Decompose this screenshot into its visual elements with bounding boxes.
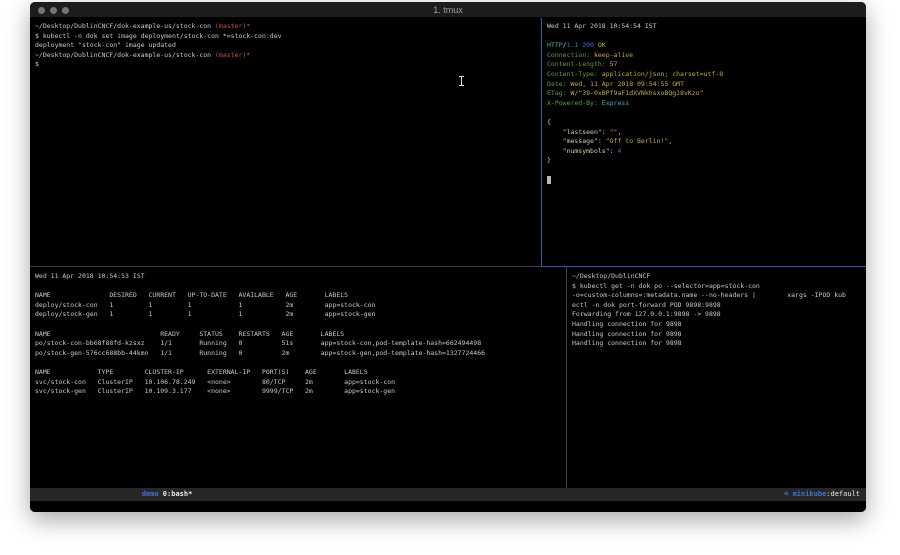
window-tab-0-bash[interactable]: 0:bash* — [163, 490, 193, 498]
tmux-status-bar: demo 0:bash* ☸ minikube:default — [30, 488, 866, 501]
terminal-line: ~/Desktop/DublinCNCF/dok-example-us/stoc… — [35, 22, 541, 32]
terminal-line: Connection: keep-alive — [547, 51, 866, 61]
status-left: demo 0:bash* — [108, 475, 192, 512]
pane-border-vertical-top[interactable] — [541, 18, 542, 267]
terminal-line — [547, 32, 866, 42]
terminal-line: svc/stock-con ClusterIP 10.106.78.249 <n… — [35, 378, 566, 388]
session-name: demo — [142, 490, 159, 498]
terminal-line — [35, 282, 566, 292]
zoom-button[interactable] — [62, 7, 69, 14]
terminal-line: NAME READY STATUS RESTARTS AGE LABELS — [35, 330, 566, 340]
terminal-line: svc/stock-gen ClusterIP 10.109.3.177 <no… — [35, 387, 566, 397]
terminal-line: deployment "stock-con" image updated — [35, 41, 541, 51]
terminal-line: $ kubectl get -n dok po --selector=app=s… — [572, 282, 866, 292]
terminal-cursor — [547, 176, 551, 184]
terminal-line: Handling connection for 9898 — [572, 330, 866, 340]
terminal-line: "numsymbols": 4 — [547, 147, 866, 157]
terminal-line: Handling connection for 9898 — [572, 320, 866, 330]
terminal-line: X-Powered-By: Express — [547, 99, 866, 109]
terminal-line: { — [547, 118, 866, 128]
terminal-line — [35, 320, 566, 330]
pane-border-vertical-bottom[interactable] — [566, 267, 567, 488]
window-title: 1. tmux — [433, 5, 463, 15]
terminal-line: Wed 11 Apr 2018 10:54:54 IST — [547, 22, 866, 32]
terminal-line: "lastseen": "", — [547, 128, 866, 138]
tmux-session: ~/Desktop/DublinCNCF/dok-example-us/stoc… — [30, 18, 866, 488]
pane-border-horizontal-left[interactable] — [30, 266, 541, 267]
terminal-line: "message": "Off to Berlin!", — [547, 137, 866, 147]
terminal-line — [547, 166, 866, 176]
status-right: ☸ minikube:default — [750, 475, 860, 512]
terminal-line: Date: Wed, 11 Apr 2018 09:54:55 GMT — [547, 80, 866, 90]
terminal-line: -o=custom-columns=:metadata.name --no-he… — [572, 291, 866, 301]
terminal-line: po/stock-con-bb68f88fd-kzsxz 1/1 Running… — [35, 339, 566, 349]
terminal-line — [547, 108, 866, 118]
pane-border-horizontal-right[interactable] — [541, 266, 866, 267]
terminal-line: ETag: W/"39-0xBPf9aF1dXVNkhsxoBQgJ8vKzo" — [547, 89, 866, 99]
terminal-line: NAME TYPE CLUSTER-IP EXTERNAL-IP PORT(S)… — [35, 368, 566, 378]
window-titlebar[interactable]: 1. tmux — [30, 2, 866, 18]
terminal-line: HTTP/1.1 200 OK — [547, 41, 866, 51]
terminal-line: Content-Type: application/json; charset=… — [547, 70, 866, 80]
terminal-line: $ kubectl -n dok set image deployment/st… — [35, 32, 541, 42]
pane-top-left-shell[interactable]: ~/Desktop/DublinCNCF/dok-example-us/stoc… — [30, 18, 541, 266]
terminal-line: Wed 11 Apr 2018 10:54:53 IST — [35, 272, 566, 282]
minimize-button[interactable] — [50, 7, 57, 14]
terminal-line: ectl -n dok port-forward POD 9898:9898 — [572, 301, 866, 311]
pane-top-right-http-response[interactable]: Wed 11 Apr 2018 10:54:54 IST HTTP/1.1 200… — [542, 18, 866, 266]
close-button[interactable] — [38, 7, 45, 14]
pane-bottom-left-kubectl-get[interactable]: Wed 11 Apr 2018 10:54:53 IST NAME DESIRED… — [30, 268, 566, 488]
terminal-line — [547, 176, 866, 186]
terminal-line: deploy/stock-con 1 1 1 1 2m app=stock-co… — [35, 301, 566, 311]
terminal-line: po/stock-gen-576cc688bb-44kmn 1/1 Runnin… — [35, 349, 566, 359]
terminal-line — [35, 358, 566, 368]
pane-bottom-right-port-forward[interactable]: ~/Desktop/DublinCNCF$ kubectl get -n dok… — [567, 268, 866, 488]
terminal-line: } — [547, 156, 866, 166]
terminal-line: Handling connection for 9898 — [572, 339, 866, 349]
terminal-line: ~/Desktop/DublinCNCF — [572, 272, 866, 282]
terminal-line: Content-Length: 57 — [547, 60, 866, 70]
terminal-line: ~/Desktop/DublinCNCF/dok-example-us/stoc… — [35, 51, 541, 61]
terminal-window: 1. tmux ~/Desktop/DublinCNCF/dok-example… — [30, 2, 866, 512]
mouse-text-cursor-icon — [458, 76, 465, 86]
terminal-line: Forwarding from 127.0.0.1:9898 -> 9898 — [572, 310, 866, 320]
terminal-line: NAME DESIRED CURRENT UP-TO-DATE AVAILABL… — [35, 291, 566, 301]
kube-namespace: :default — [826, 490, 860, 498]
traffic-lights — [38, 7, 69, 14]
terminal-line: deploy/stock-gen 1 1 1 1 2m app=stock-ge… — [35, 310, 566, 320]
kube-context: minikube — [793, 490, 827, 498]
desktop-background: 1. tmux ~/Desktop/DublinCNCF/dok-example… — [0, 0, 900, 555]
terminal-line: $ — [35, 60, 541, 70]
